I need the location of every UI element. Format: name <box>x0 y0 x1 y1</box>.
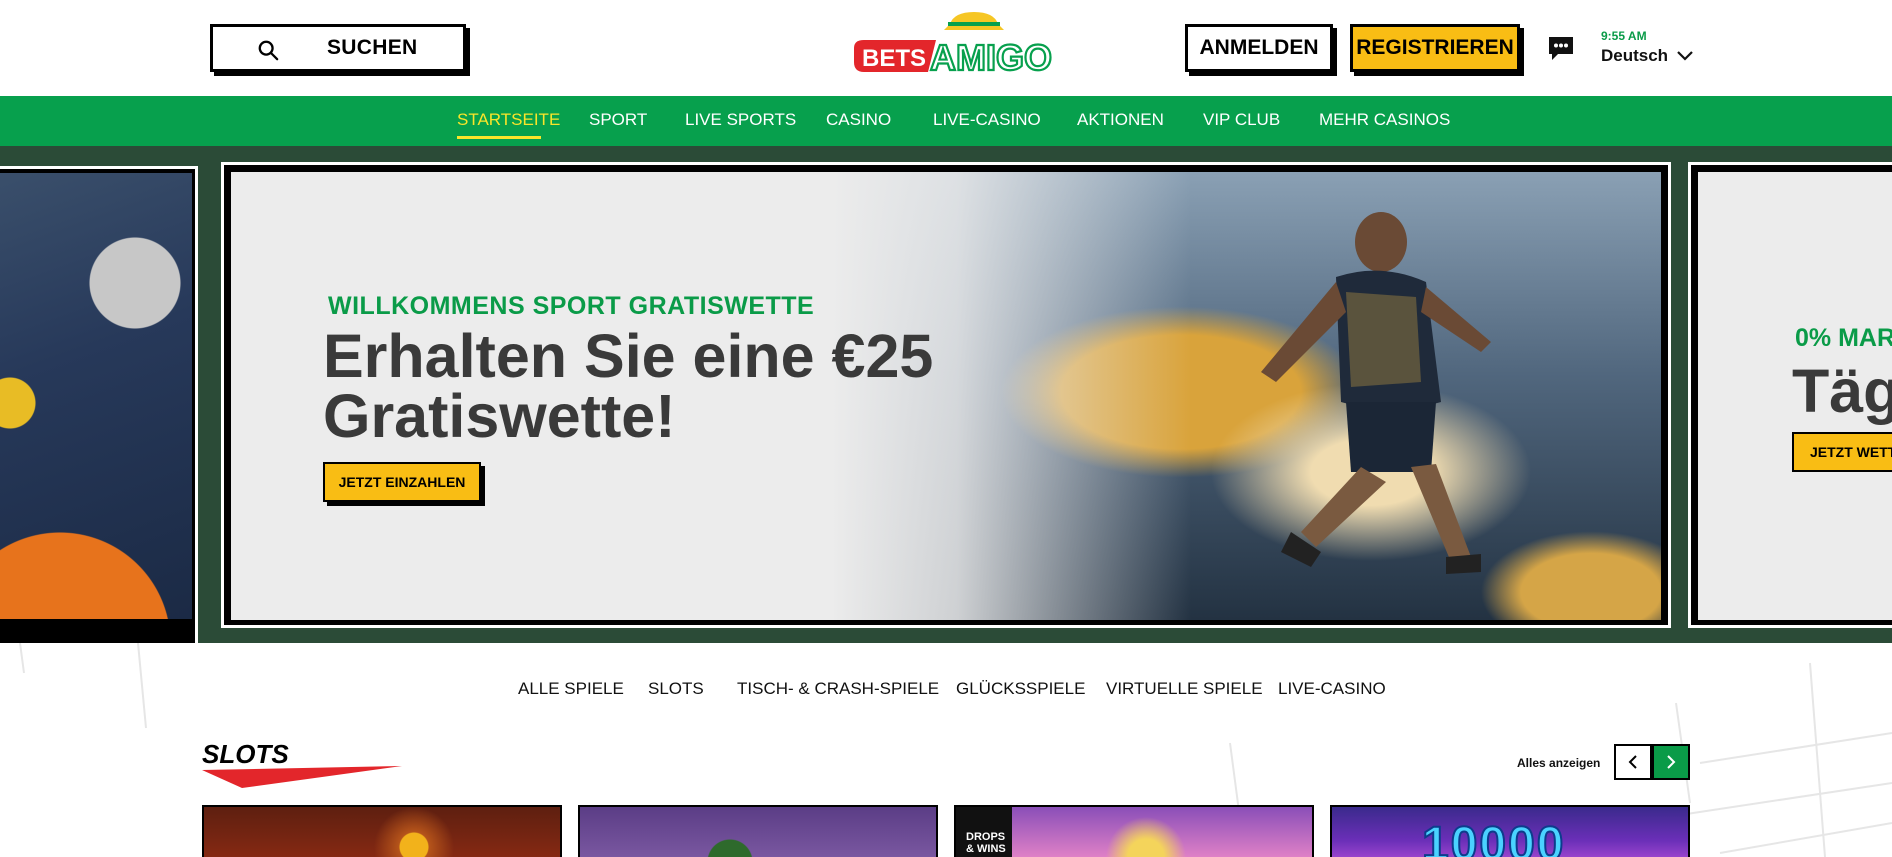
tab-live-casino[interactable]: LIVE-CASINO <box>1278 679 1386 699</box>
nav-item-mehr-casinos[interactable]: MEHR CASINOS <box>1319 110 1450 130</box>
next-slide-title: Täg <box>1792 357 1892 425</box>
clock-time: 9:55 AM <box>1601 29 1647 43</box>
slide-previous-image <box>0 173 192 619</box>
carousel-slide-previous[interactable] <box>0 166 198 643</box>
nav-item-sport[interactable]: SPORT <box>589 110 647 130</box>
deposit-now-button[interactable]: JETZT EINZAHLEN <box>323 462 481 502</box>
chevron-down-icon <box>1677 51 1693 61</box>
logo-text-bets: BETS <box>862 45 926 72</box>
game-art-text: 10000 <box>1421 817 1566 857</box>
tab-slots[interactable]: SLOTS <box>648 679 704 699</box>
language-selector[interactable]: Deutsch <box>1601 46 1694 66</box>
site-header: SUCHEN BETS AMIGO ANMELDEN REGISTRIEREN … <box>0 0 1892 96</box>
main-nav: STARTSEITE SPORT LIVE SPORTS CASINO LIVE… <box>0 96 1892 146</box>
football-player-image <box>1261 212 1491 574</box>
next-slide-kicker: 0% MAR <box>1795 324 1892 352</box>
login-button[interactable]: ANMELDEN <box>1185 24 1333 72</box>
nav-item-casino[interactable]: CASINO <box>826 110 891 130</box>
tab-gluecksspiele[interactable]: GLÜCKSSPIELE <box>956 679 1085 699</box>
chevron-left-icon <box>1628 755 1637 769</box>
active-underline <box>457 136 541 139</box>
betsamigo-logo[interactable]: BETS AMIGO <box>852 10 1054 76</box>
chat-icon[interactable] <box>1546 34 1576 62</box>
tab-virtuelle-spiele[interactable]: VIRTUELLE SPIELE <box>1106 679 1263 699</box>
nav-item-vip-club[interactable]: VIP CLUB <box>1203 110 1280 130</box>
tab-alle-spiele[interactable]: ALLE SPIELE <box>518 679 624 699</box>
language-label: Deutsch <box>1601 46 1669 65</box>
search-button[interactable]: SUCHEN <box>210 24 466 72</box>
search-icon <box>258 40 279 61</box>
hero-kicker: WILLKOMMENS SPORT GRATISWETTE <box>328 292 815 320</box>
register-button[interactable]: REGISTRIEREN <box>1350 24 1520 72</box>
carousel-next-button[interactable] <box>1652 744 1690 780</box>
hero-title: Erhalten Sie eine €25 Gratiswette! <box>323 322 934 450</box>
game-card[interactable]: 10000 <box>1330 805 1690 857</box>
nav-item-startseite[interactable]: STARTSEITE <box>457 110 560 130</box>
nav-item-aktionen[interactable]: AKTIONEN <box>1077 110 1164 130</box>
search-label: SUCHEN <box>327 36 418 59</box>
nav-item-live-casino[interactable]: LIVE-CASINO <box>933 110 1041 130</box>
game-card[interactable] <box>578 805 938 857</box>
chevron-right-icon <box>1667 755 1676 769</box>
carousel-prev-button[interactable] <box>1614 744 1652 780</box>
nav-item-live-sports[interactable]: LIVE SPORTS <box>685 110 796 130</box>
see-all-link[interactable]: Alles anzeigen <box>1517 756 1600 770</box>
game-card[interactable] <box>202 805 562 857</box>
section-title-underline <box>202 766 402 788</box>
drops-wins-badge: DROPS & WINS <box>956 807 1012 857</box>
game-card[interactable]: DROPS & WINS <box>954 805 1314 857</box>
tab-tisch-crash-spiele[interactable]: TISCH- & CRASH-SPIELE <box>737 679 939 699</box>
next-slide-button[interactable]: JETZT WETT <box>1792 432 1892 472</box>
logo-text-amigo: AMIGO <box>930 37 1052 76</box>
